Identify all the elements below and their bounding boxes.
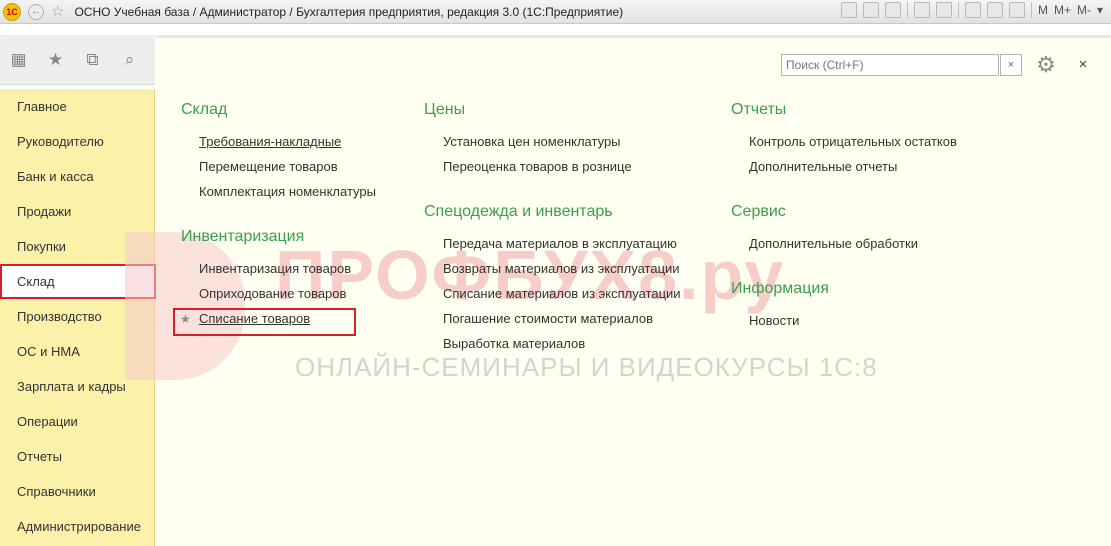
sidebar-item-os-nma[interactable]: ОС и НМА [0,334,154,369]
link-peredacha-materialov[interactable]: Передача материалов в эксплуатацию [443,236,677,251]
link-pereotsenka-tovarov[interactable]: Переоценка товаров в рознице [443,159,632,174]
search-clear-button[interactable]: × [1000,54,1022,76]
sidebar-item-otchety[interactable]: Отчеты [0,439,154,474]
title-bar: 1С ← ☆ ОСНО Учебная база / Администратор… [0,0,1111,24]
link-pogashenie-stoimosti[interactable]: Погашение стоимости материалов [443,311,653,326]
back-icon[interactable]: ← [28,3,44,20]
print-icon[interactable] [862,2,879,18]
sidebar-item-proizvodstvo[interactable]: Производство [0,299,154,334]
link-inventarizatsiya-tovarov[interactable]: Инвентаризация товаров [199,261,351,276]
search-icon[interactable]: ⌕ [111,50,148,70]
separator [906,2,908,18]
link-trebovaniya-nakladnye[interactable]: Требования-накладные [199,134,341,149]
history-icon[interactable]: ⧉ [74,50,111,70]
menu-chevron-down-icon[interactable]: ▾ [1097,3,1103,17]
section-title-tseny: Цены [424,101,466,118]
link-peremeshchenie-tovarov[interactable]: Перемещение товаров [199,159,338,174]
memory-minus-button[interactable]: M- [1077,3,1091,17]
memory-m-button[interactable]: M [1038,3,1048,17]
link-novosti[interactable]: Новости [749,313,799,328]
section-title-sklad: Склад [181,101,228,118]
save-icon[interactable] [840,2,857,18]
panel-top-border [156,35,1111,38]
link-oprikhodovanie-tovarov[interactable]: Оприходование товаров [199,286,346,301]
link-komplektatsiya[interactable]: Комплектация номенклатуры [199,184,376,199]
link-dopolnitelnye-otchety[interactable]: Дополнительные отчеты [749,159,897,174]
section-title-informatsiya: Информация [731,280,829,297]
sidebar-item-spravochniki[interactable]: Справочники [0,474,154,509]
calendar-small-icon[interactable] [1008,2,1025,18]
section-title-inventarizatsiya: Инвентаризация [181,228,305,245]
sidebar-item-rukovoditelyu[interactable]: Руководителю [0,124,154,159]
mail-icon[interactable] [884,2,901,18]
sidebar-item-operatsii[interactable]: Операции [0,404,154,439]
link-spisanie-tovarov[interactable]: Списание товаров [199,311,310,326]
link-dopolnitelnye-obrabotki[interactable]: Дополнительные обработки [749,236,918,251]
sidebar-item-bank-kassa[interactable]: Банк и касса [0,159,154,194]
gear-icon[interactable]: ⚙ [1033,52,1059,78]
favorites-star-icon[interactable]: ☆ [51,4,64,19]
link-spisanie-materialov[interactable]: Списание материалов из эксплуатации [443,286,681,301]
close-panel-button[interactable]: × [1073,54,1093,76]
sidebar-item-glavnoe[interactable]: Главное [0,89,154,124]
all-functions-grid-icon[interactable]: ▦ [0,50,37,70]
separator [1030,2,1032,18]
calendar-icon[interactable] [964,2,981,18]
favorite-star-icon[interactable]: ★ [180,312,191,326]
favorites-star-icon[interactable]: ★ [37,50,74,70]
link-kontrol-ostatkov[interactable]: Контроль отрицательных остатков [749,134,957,149]
link-ustanovka-tsen[interactable]: Установка цен номенклатуры [443,134,621,149]
search-input[interactable] [781,54,999,76]
memory-plus-button[interactable]: M+ [1054,3,1071,17]
section-title-otchety: Отчеты [731,101,787,118]
sidebar-item-zarplata[interactable]: Зарплата и кадры [0,369,154,404]
title-bar-tools: M M+ M- ▾ [840,2,1103,18]
app-logo-icon[interactable]: 1С [3,2,21,21]
separator [957,2,959,18]
sidebar-item-sklad[interactable]: Склад [0,264,156,299]
link-vozvraty-materialov[interactable]: Возвраты материалов из эксплуатации [443,261,680,276]
add-favorite-icon[interactable] [913,2,930,18]
sidebar-item-administrirovanie[interactable]: Администрирование [0,509,154,544]
section-title-servis: Сервис [731,203,786,220]
section-title-spetsodezhda: Спецодежда и инвентарь [424,203,613,220]
history-icon[interactable] [935,2,952,18]
sidebar-item-prodazhi[interactable]: Продажи [0,194,154,229]
section-sidebar: Главное Руководителю Банк и касса Продаж… [0,89,156,546]
calculator-icon[interactable] [986,2,1003,18]
window-title: ОСНО Учебная база / Администратор / Бухг… [74,4,624,19]
link-vyrabotka-materialov[interactable]: Выработка материалов [443,336,585,351]
left-toolbar: ▦ ★ ⧉ ⌕ [0,35,155,85]
sidebar-item-pokupki[interactable]: Покупки [0,229,154,264]
